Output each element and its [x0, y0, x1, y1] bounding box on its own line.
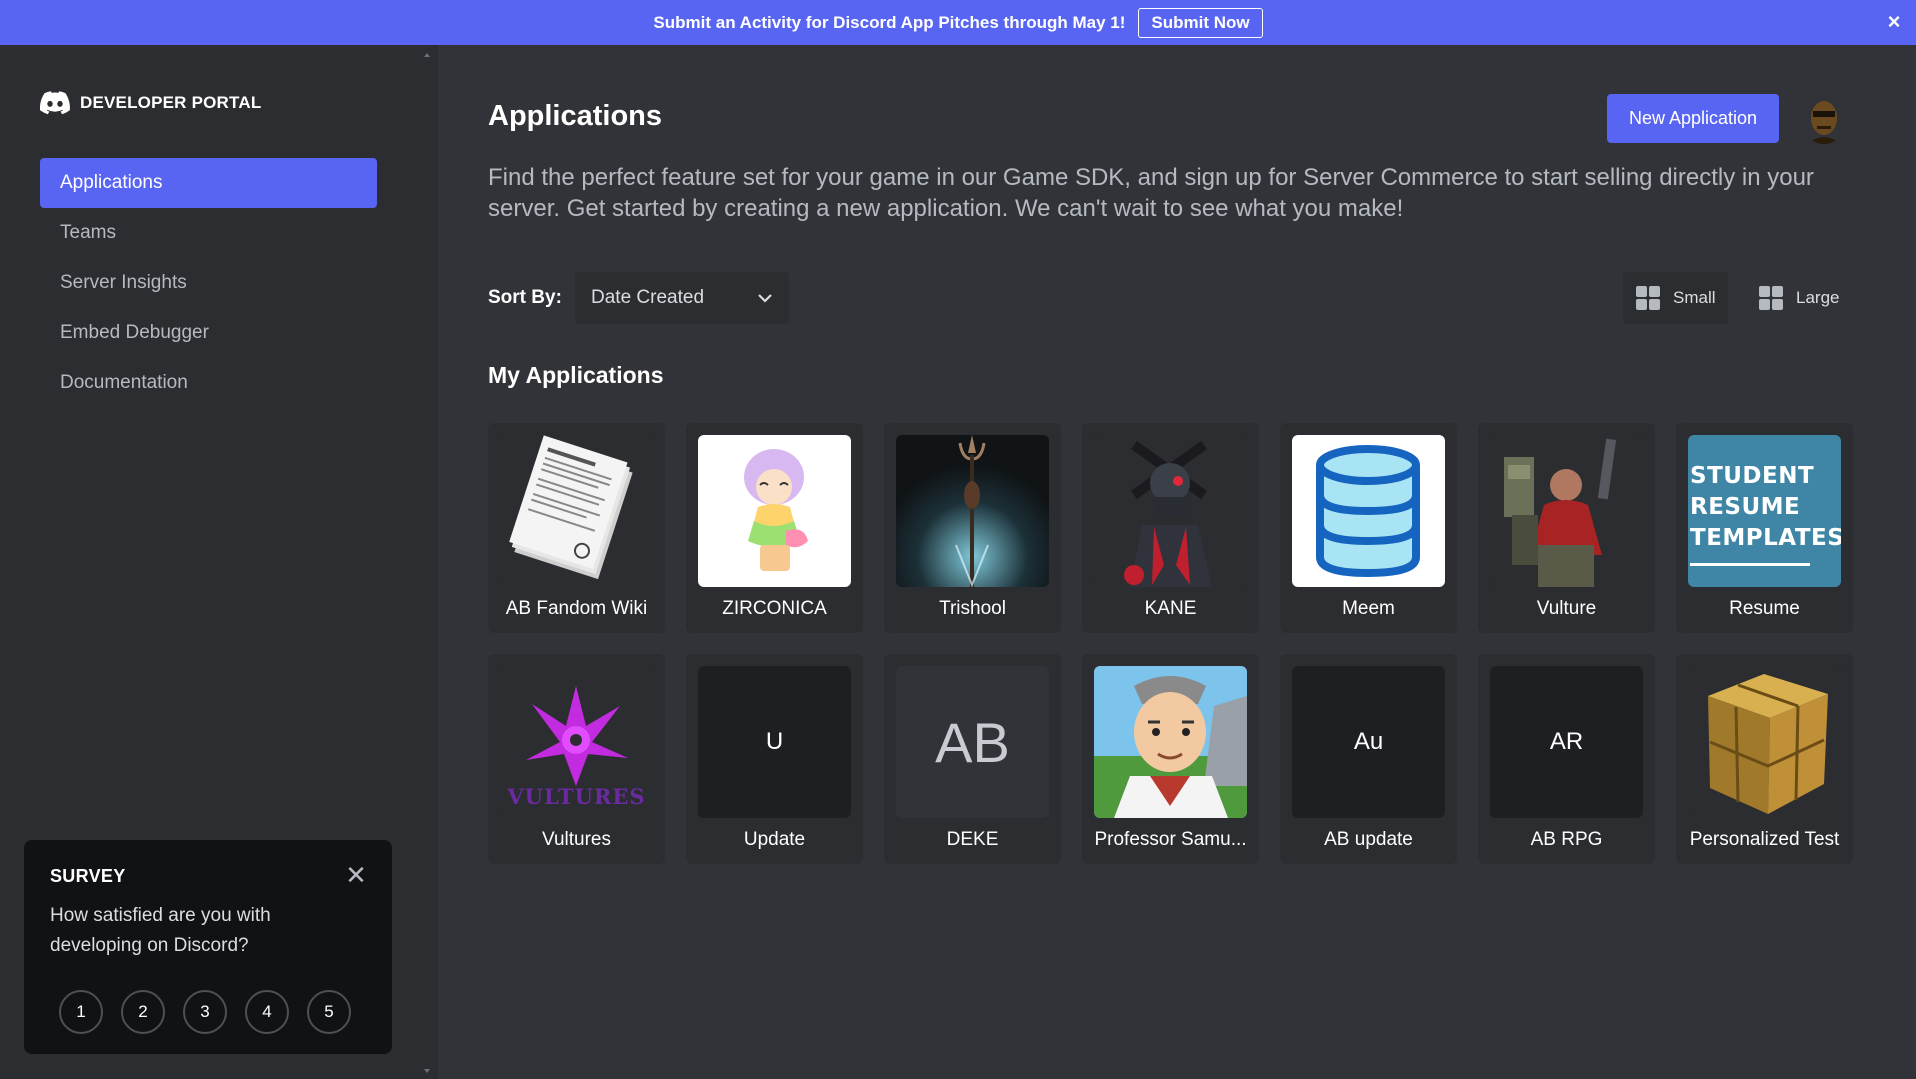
app-initials-icon: Au [1292, 666, 1445, 818]
chevron-down-icon [758, 294, 772, 303]
resume-icon-text: STUDENT RESUME TEMPLATES [1690, 463, 1841, 551]
app-card-ab-rpg[interactable]: AR AB RPG [1478, 654, 1655, 864]
app-name: Vultures [542, 829, 611, 850]
rating-5-button[interactable]: 5 [307, 990, 351, 1034]
scroll-down-arrow-icon[interactable] [424, 1069, 430, 1073]
app-name: Vulture [1536, 598, 1597, 619]
app-name: AB Fandom Wiki [505, 598, 648, 619]
discord-logo-icon [40, 91, 70, 115]
app-card-trishool[interactable]: Trishool [884, 423, 1061, 633]
app-name: ZIRCONICA [722, 598, 827, 619]
view-small-toggle[interactable]: Small [1623, 272, 1728, 324]
app-card-update[interactable]: U Update [686, 654, 863, 864]
survey-question: How satisfied are you with developing on… [50, 905, 271, 956]
app-name: Professor Samu... [1094, 829, 1247, 850]
app-name: AB update [1324, 829, 1413, 850]
survey-title: SURVEY [50, 866, 126, 886]
banner-text: Submit an Activity for Discord App Pitch… [653, 12, 1126, 32]
sort-by-value: Date Created [591, 287, 705, 308]
resume-icon-underline [1690, 563, 1810, 566]
view-small-label: Small [1673, 288, 1716, 307]
rating-2-button[interactable]: 2 [121, 990, 165, 1034]
page-title: Applications [488, 100, 663, 132]
close-icon[interactable]: × [1884, 11, 1904, 33]
trident-icon [896, 435, 1049, 587]
brand-title: DEVELOPER PORTAL [80, 93, 262, 112]
app-initials-icon: U [698, 666, 851, 818]
app-card-ab-fandom-wiki[interactable]: AB Fandom Wiki [488, 423, 665, 633]
sidebar-item-documentation[interactable]: Documentation [40, 358, 377, 408]
rating-3-button[interactable]: 3 [183, 990, 227, 1034]
app-card-deke[interactable]: AB DEKE [884, 654, 1061, 864]
character-icon [698, 435, 851, 587]
sidebar-item-applications[interactable]: Applications [40, 158, 377, 208]
sidebar-scrollbar[interactable] [420, 45, 434, 1079]
app-name: Meem [1342, 598, 1395, 619]
sidebar-nav: Applications Teams Server Insights Embed… [40, 158, 377, 408]
vultures-logo-text: VULTURES [507, 784, 646, 809]
grid-large-icon [1759, 286, 1783, 310]
brand[interactable]: DEVELOPER PORTAL [40, 91, 261, 115]
app-name: AB RPG [1530, 829, 1603, 850]
database-icon [1292, 435, 1445, 587]
view-large-toggle[interactable]: Large [1746, 272, 1851, 324]
app-card-vulture[interactable]: Vulture [1478, 423, 1655, 633]
papers-icon [500, 435, 653, 587]
app-name: Trishool [939, 598, 1006, 619]
sort-by-label: Sort By: [488, 287, 562, 308]
app-initials-icon: AR [1490, 666, 1643, 818]
app-card-ab-update[interactable]: Au AB update [1280, 654, 1457, 864]
app-name: DEKE [946, 829, 999, 850]
rating-1-button[interactable]: 1 [59, 990, 103, 1034]
soldier-icon [1490, 435, 1643, 587]
resume-icon: STUDENT RESUME TEMPLATES [1688, 435, 1841, 587]
survey-ratings: 1 2 3 4 5 [59, 990, 351, 1034]
sidebar-item-teams[interactable]: Teams [40, 208, 377, 258]
app-name: Update [743, 829, 806, 850]
survey-card: SURVEY ✕ How satisfied are you with deve… [24, 840, 392, 1054]
user-avatar-icon [1802, 96, 1846, 144]
app-name: Resume [1729, 598, 1800, 619]
avatar[interactable] [1802, 96, 1846, 144]
robot-icon [1094, 435, 1247, 587]
app-card-zirconica[interactable]: ZIRCONICA [686, 423, 863, 633]
grid-small-icon [1636, 286, 1660, 310]
view-large-label: Large [1796, 288, 1840, 307]
intro-text: Find the perfect feature set for your ga… [488, 164, 1814, 222]
app-card-professor-samuel[interactable]: Professor Samu... [1082, 654, 1259, 864]
app-initials-icon: AB [896, 666, 1049, 818]
vultures-logo-icon: VULTURES [500, 666, 653, 818]
professor-icon [1094, 666, 1247, 818]
new-application-button[interactable]: New Application [1607, 94, 1779, 143]
rating-4-button[interactable]: 4 [245, 990, 289, 1034]
app-card-kane[interactable]: KANE [1082, 423, 1259, 633]
scroll-up-arrow-icon[interactable] [424, 53, 430, 57]
app-card-vultures[interactable]: VULTURES Vultures [488, 654, 665, 864]
my-applications-title: My Applications [488, 362, 664, 388]
announcement-banner: Submit an Activity for Discord App Pitch… [0, 0, 1916, 45]
sort-by-select[interactable]: Date Created [575, 272, 789, 324]
close-icon[interactable]: ✕ [344, 862, 368, 888]
app-name: KANE [1144, 598, 1197, 619]
sidebar-item-server-insights[interactable]: Server Insights [40, 258, 377, 308]
app-card-personalized-test[interactable]: Personalized Test [1676, 654, 1853, 864]
app-card-meem[interactable]: Meem [1280, 423, 1457, 633]
submit-now-button[interactable]: Submit Now [1138, 7, 1263, 38]
app-card-resume[interactable]: STUDENT RESUME TEMPLATES Resume [1676, 423, 1853, 633]
app-name: Personalized Test [1689, 829, 1840, 850]
gold-cube-icon [1688, 666, 1841, 818]
sidebar-item-embed-debugger[interactable]: Embed Debugger [40, 308, 377, 358]
